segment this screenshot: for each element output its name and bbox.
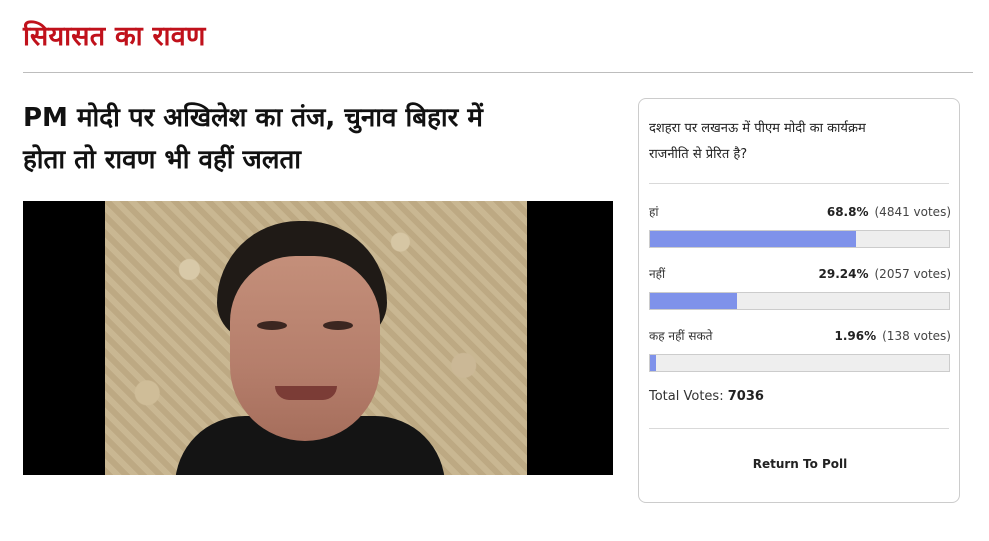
total-votes: Total Votes: 7036 — [649, 389, 764, 404]
answer-bar-track — [649, 354, 950, 372]
photo-background — [105, 201, 527, 475]
total-votes-label: Total Votes: — [649, 389, 724, 404]
person-mouth — [275, 386, 337, 400]
answer-label: नहीं — [649, 267, 666, 281]
headline-line-2[interactable]: होता तो रावण भी वहीं जलता — [23, 145, 301, 175]
answer-percent: 29.24% — [818, 267, 869, 281]
answer-label: हां — [649, 205, 659, 219]
answer-label: कह नहीं सकते — [649, 329, 713, 343]
section-title: सियासत का रावण — [23, 21, 206, 52]
answer-bar-fill — [650, 355, 656, 371]
poll-question: दशहरा पर लखनऊ में पीएम मोदी का कार्यक्रम… — [649, 116, 949, 168]
answer-bar-fill — [650, 293, 738, 309]
poll-divider-bottom — [649, 428, 949, 429]
section-divider — [23, 72, 973, 73]
answer-votes: (2057 votes) — [874, 267, 952, 281]
article-headline[interactable]: PM मोदी पर अखिलेश का तंज, चुनाव बिहार मे… — [23, 97, 623, 181]
poll-answer: नहीं 29.24% (2057 votes) — [649, 265, 951, 310]
person-eye-right — [323, 321, 353, 330]
answer-votes: (4841 votes) — [874, 205, 952, 219]
poll-answer: कह नहीं सकते 1.96% (138 votes) — [649, 327, 951, 372]
answer-bar-track — [649, 230, 950, 248]
person-eye-left — [257, 321, 287, 330]
poll-answer: हां 68.8% (4841 votes) — [649, 203, 951, 248]
poll-question-line-2: राजनीति से प्रेरित है? — [649, 147, 748, 162]
poll-widget: दशहरा पर लखनऊ में पीएम मोदी का कार्यक्रम… — [638, 98, 960, 503]
person-face — [230, 256, 380, 441]
answer-votes: (138 votes) — [882, 329, 951, 343]
answer-percent: 1.96% — [834, 329, 877, 343]
poll-divider-top — [649, 183, 949, 184]
total-votes-value: 7036 — [727, 389, 764, 404]
return-to-poll-link[interactable]: Return To Poll — [639, 457, 961, 471]
answer-percent: 68.8% — [826, 205, 869, 219]
headline-line-1[interactable]: PM मोदी पर अखिलेश का तंज, चुनाव बिहार मे… — [23, 103, 483, 133]
answer-bar-track — [649, 292, 950, 310]
answer-bar-fill — [650, 231, 856, 247]
article-photo[interactable] — [23, 201, 613, 475]
poll-question-line-1: दशहरा पर लखनऊ में पीएम मोदी का कार्यक्रम — [649, 121, 866, 136]
